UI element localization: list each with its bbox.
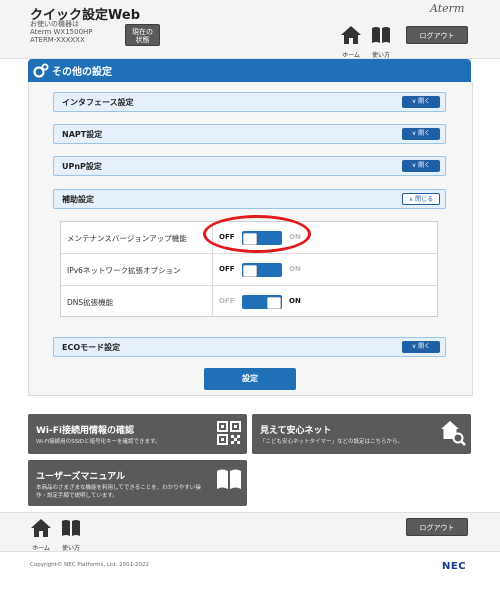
section-eco-label: ECOモード設定	[62, 343, 121, 352]
status-button-line1: 現在の	[132, 28, 153, 36]
current-status-button[interactable]: 現在の 状態	[125, 24, 160, 46]
wifi-info-tile[interactable]: Wi-Fi接続用情報の確認 Wi-Fi接続用のSSIDと暗号化キーを確認できます…	[28, 414, 247, 454]
home-search-icon	[441, 421, 466, 446]
table-row: DNS拡張機能 OFF ON	[61, 286, 437, 318]
book-icon	[62, 520, 80, 536]
settings-submit-button[interactable]: 設定	[204, 368, 296, 390]
panel-title: その他の設定	[52, 67, 112, 78]
footer-logout-button[interactable]: ログアウト	[406, 518, 468, 536]
section-interface[interactable]: インタフェース設定 ∨ 開く	[53, 92, 446, 112]
section-interface-open-button[interactable]: ∨ 開く	[402, 96, 440, 108]
header-help-button[interactable]: 使い方	[370, 24, 396, 59]
open-label: 開く	[418, 343, 431, 350]
toggle-track	[242, 295, 282, 309]
close-label: 閉じる	[415, 196, 434, 203]
dns-extension-label: DNS拡張機能	[67, 298, 114, 307]
section-eco-open-button[interactable]: ∨ 開く	[402, 341, 440, 353]
header-logout-button[interactable]: ログアウト	[406, 26, 468, 44]
section-napt[interactable]: NAPT設定 ∨ 開く	[53, 124, 446, 144]
user-manual-desc-line1: 本商品のさまざまな機能を利用してできることを、わかりやすい操	[36, 485, 201, 491]
section-auxiliary-label: 補助設定	[62, 195, 94, 204]
section-upnp-open-button[interactable]: ∨ 開く	[402, 160, 440, 172]
anshin-net-desc: 「こども安心ネットタイマー」などの設定はこちらから。	[260, 439, 404, 445]
section-eco[interactable]: ECOモード設定 ∨ 開く	[53, 337, 446, 357]
section-upnp[interactable]: UPnP設定 ∨ 開く	[53, 156, 446, 176]
nec-logo: NEC	[442, 561, 467, 572]
toggle-on-label: ON	[289, 297, 301, 305]
wifi-info-desc: Wi-Fi接続用のSSIDと暗号化キーを確認できます。	[36, 439, 161, 445]
home-icon	[31, 519, 51, 537]
header-home-button[interactable]: ホーム	[340, 24, 366, 59]
section-upnp-label: UPnP設定	[62, 162, 102, 171]
anshin-net-tile[interactable]: 見えて安心ネット 「こども安心ネットタイマー」などの設定はこちらから。	[252, 414, 471, 454]
toggle-track	[242, 263, 282, 277]
section-interface-label: インタフェース設定	[62, 98, 134, 107]
panel-title-bar: その他の設定	[28, 59, 471, 82]
home-icon	[341, 26, 361, 44]
status-button-line2: 状態	[135, 36, 150, 44]
toggle-knob	[243, 265, 257, 277]
device-label: お使いの機器は	[30, 20, 79, 28]
toggle-off-label: OFF	[219, 297, 235, 305]
open-label: 開く	[418, 130, 431, 137]
section-napt-open-button[interactable]: ∨ 開く	[402, 128, 440, 140]
user-manual-desc-line2: 作・設定手順で説明しています。	[36, 493, 118, 499]
section-napt-label: NAPT設定	[62, 130, 103, 139]
table-row: IPv6ネットワーク拡張オプション OFF ON	[61, 254, 437, 286]
gears-icon	[33, 63, 49, 78]
open-book-icon	[217, 469, 241, 489]
toggle-on-label: ON	[289, 265, 301, 273]
section-auxiliary[interactable]: 補助設定 ∧ 閉じる	[53, 189, 446, 209]
toggle-knob	[267, 297, 281, 309]
user-manual-title: ユーザーズマニュアル	[36, 472, 126, 482]
user-manual-tile[interactable]: ユーザーズマニュアル 本商品のさまざまな機能を利用してできることを、わかりやすい…	[28, 460, 247, 506]
wifi-info-title: Wi-Fi接続用情報の確認	[36, 426, 134, 436]
header-help-label: 使い方	[371, 52, 390, 59]
device-id: ATERM-XXXXXX	[30, 36, 85, 44]
toggle-off-label: OFF	[219, 265, 235, 273]
open-label: 開く	[418, 162, 431, 169]
copyright: Copyright© NEC Platforms, Ltd. 2001-2022	[30, 562, 150, 568]
open-label: 開く	[418, 98, 431, 105]
footer-help-button[interactable]: 使い方	[60, 517, 86, 552]
ipv6-option-label: IPv6ネットワーク拡張オプション	[67, 266, 181, 275]
section-auxiliary-close-button[interactable]: ∧ 閉じる	[402, 193, 440, 205]
book-icon	[372, 27, 390, 43]
device-model: Aterm WX1500HP	[30, 28, 93, 36]
footer-home-button[interactable]: ホーム	[30, 517, 56, 552]
footer-help-label: 使い方	[61, 545, 80, 552]
maintenance-update-label: メンテナンスバージョンアップ機能	[67, 234, 187, 243]
highlight-circle	[203, 215, 311, 253]
footer-home-label: ホーム	[32, 545, 50, 552]
anshin-net-title: 見えて安心ネット	[260, 426, 332, 436]
brand-logo: Aterm	[430, 2, 465, 15]
qr-code-icon	[217, 421, 241, 445]
header-home-label: ホーム	[342, 52, 360, 59]
